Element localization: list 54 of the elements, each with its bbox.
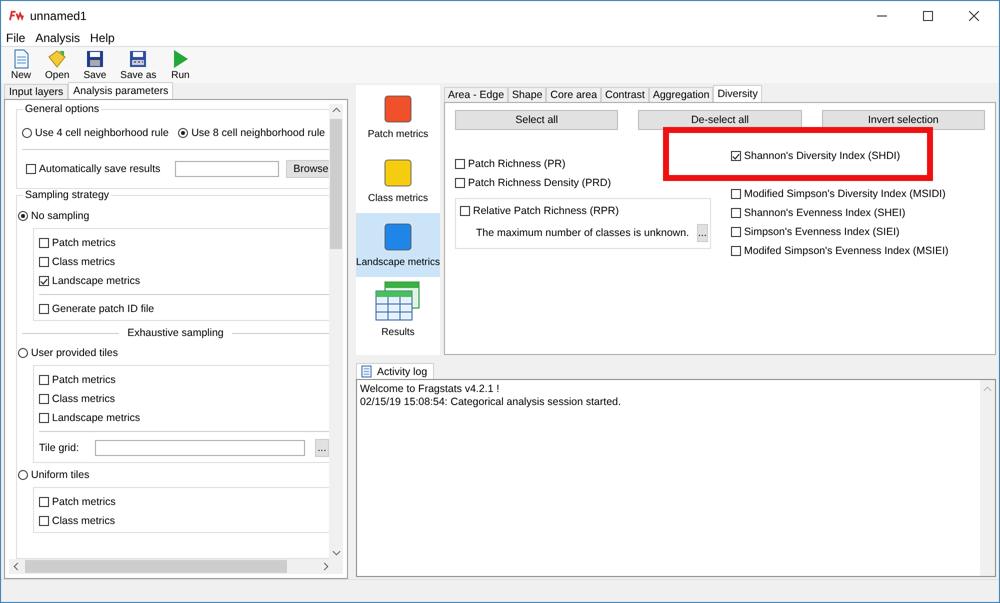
- toolbar-button[interactable]: Save as: [116, 49, 160, 81]
- menu-item[interactable]: Analysis: [35, 31, 80, 45]
- section-label: Exhaustive sampling: [127, 327, 224, 339]
- toolbar-button[interactable]: Open: [41, 49, 74, 81]
- tab[interactable]: Diversity: [713, 85, 762, 102]
- radio-label: Use 8 cell neighborhood rule: [191, 127, 325, 139]
- group-title: Sampling strategy: [23, 189, 112, 201]
- nav-item[interactable]: Landscape metrics: [356, 213, 440, 277]
- tab[interactable]: Analysis parameters: [68, 82, 174, 99]
- checkbox-label: Landscape metrics: [52, 412, 140, 424]
- menu-item[interactable]: File: [6, 31, 26, 45]
- tab[interactable]: Contrast: [601, 87, 649, 102]
- field-label: Tile grid:: [39, 442, 79, 454]
- menu-item[interactable]: Help: [90, 31, 115, 45]
- checkbox-label: Shannon's Evenness Index (SHEI): [744, 206, 906, 218]
- radio-label: Uniform tiles: [31, 469, 90, 481]
- toolbar-button[interactable]: Run: [166, 49, 194, 81]
- tab[interactable]: Area - Edge: [444, 87, 508, 102]
- browse-button[interactable]: Browse: [286, 160, 329, 178]
- checkbox-label: Class metrics: [52, 392, 116, 404]
- checkbox-label: Patch metrics: [52, 236, 116, 248]
- checkbox-label: Patch Richness (PR): [468, 158, 566, 170]
- radio-label: Use 4 cell neighborhood rule: [35, 127, 169, 139]
- log-line: Welcome to Fragstats v4.2.1 !: [360, 383, 500, 396]
- toolbar-button[interactable]: New: [7, 49, 36, 81]
- note-text: The maximum number of classes is unknown.: [476, 227, 689, 239]
- checkbox-label: Automatically save results: [39, 163, 160, 175]
- checkbox-label: Simpson's Evenness Index (SIEI): [744, 226, 900, 238]
- checkbox-label: Generate patch ID file: [52, 302, 154, 314]
- radio-label: User provided tiles: [31, 347, 118, 359]
- tab[interactable]: Aggregation: [648, 87, 714, 102]
- checkbox-label: Patch metrics: [52, 496, 116, 508]
- tab[interactable]: Core area: [546, 87, 602, 102]
- checkbox-label: Class metrics: [52, 514, 116, 526]
- browse-button[interactable]: ...: [314, 439, 329, 457]
- checkbox-label: Class metrics: [52, 256, 116, 268]
- checkbox-label: Patch Richness Density (PRD): [468, 176, 611, 188]
- radio-label: No sampling: [31, 210, 90, 222]
- window-title: unnamed1: [30, 8, 87, 22]
- checkbox-label: Relative Patch Richness (RPR): [473, 204, 619, 216]
- checkbox-label: Modified Simpson's Diversity Index (MSIDI): [744, 188, 946, 200]
- toolbar-button[interactable]: Save: [79, 49, 110, 81]
- action-button[interactable]: Select all: [455, 110, 618, 130]
- tab[interactable]: Input layers: [4, 84, 68, 99]
- checkbox-label: Modifed Simpson's Evenness Index (MSIEI): [744, 244, 949, 256]
- action-button[interactable]: Invert selection: [822, 110, 985, 130]
- checkbox-label: Landscape metrics: [52, 274, 140, 286]
- tab[interactable]: Shape: [508, 87, 546, 102]
- group-title: General options: [23, 104, 102, 115]
- checkbox-label: Shannon's Diversity Index (SHDI): [744, 150, 900, 162]
- checkbox-label: Patch metrics: [52, 374, 116, 386]
- log-line: 02/15/19 15:08:54: Categorical analysis session started.: [360, 396, 622, 409]
- tab[interactable]: Activity log: [356, 363, 434, 379]
- more-button[interactable]: ...: [697, 224, 708, 242]
